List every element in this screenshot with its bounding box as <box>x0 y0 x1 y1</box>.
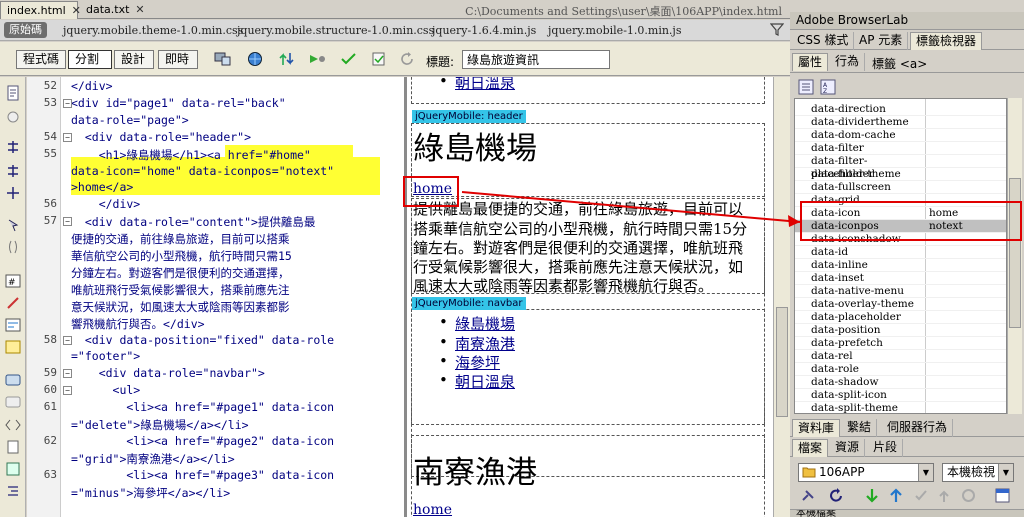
dreamweaver-window: index.html ✕ data.txt ✕ C:\Documents and S… <box>0 0 1024 517</box>
annotation-arrow <box>461 191 801 227</box>
